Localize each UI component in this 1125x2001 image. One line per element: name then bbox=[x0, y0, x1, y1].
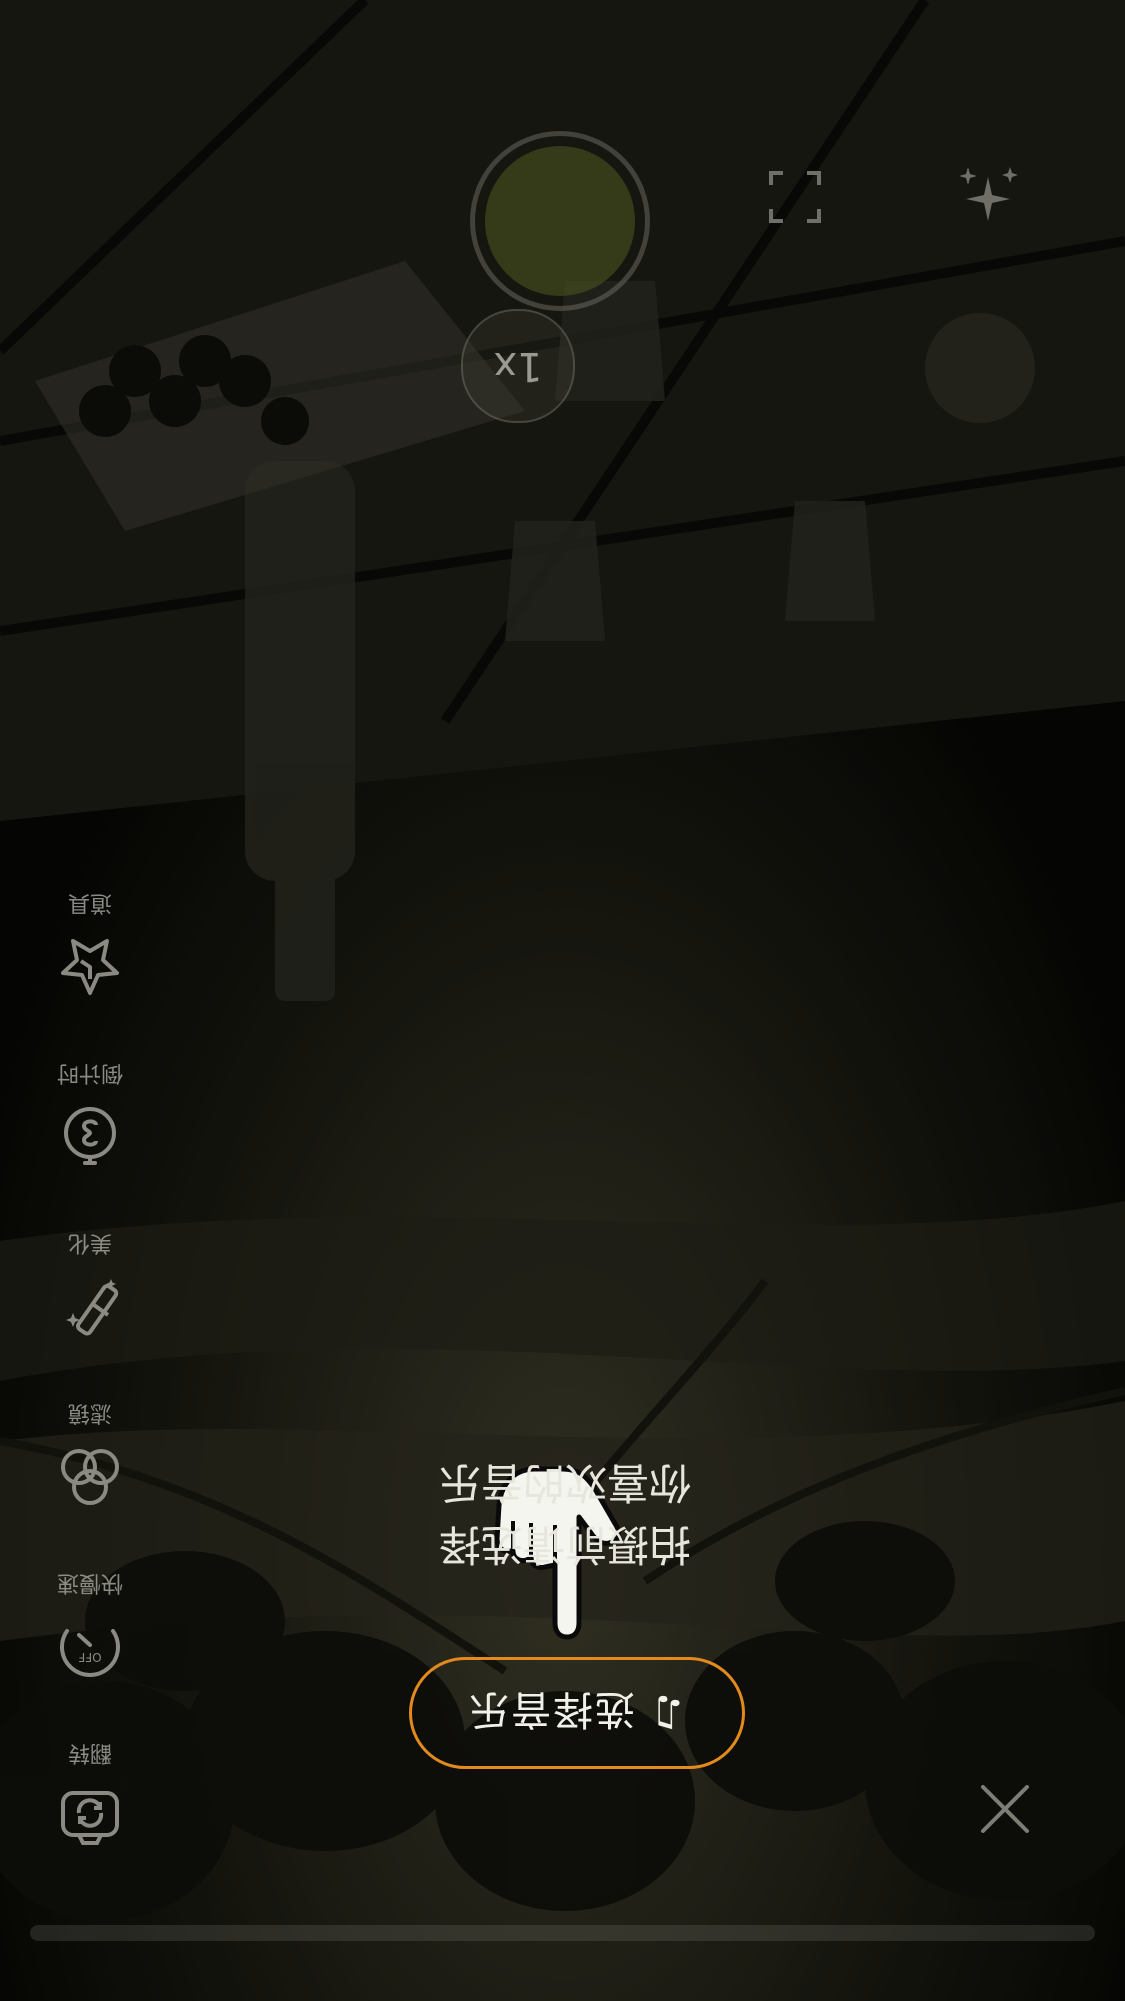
tool-beauty-label: 美化 bbox=[68, 1230, 113, 1255]
sparkle-icon[interactable] bbox=[956, 161, 1020, 225]
record-shutter-button[interactable] bbox=[470, 131, 650, 311]
camera-flip-icon bbox=[55, 1781, 125, 1851]
props-star-icon bbox=[55, 931, 125, 1001]
tool-flip-label: 翻转 bbox=[68, 1740, 113, 1765]
music-tip-text: 拍摄前请选择 你喜欢的音乐 bbox=[439, 1458, 692, 1569]
recording-progress-bar bbox=[30, 1925, 1095, 1941]
countdown-timer-icon bbox=[55, 1101, 125, 1171]
tool-countdown[interactable]: 倒计时 bbox=[30, 1059, 150, 1171]
tool-speed[interactable]: OFF 快慢速 bbox=[30, 1569, 150, 1681]
tool-props-label: 道具 bbox=[68, 890, 113, 915]
tool-filter-label: 滤镜 bbox=[68, 1400, 113, 1425]
music-note-icon: ♫ bbox=[649, 1690, 687, 1736]
tool-beauty[interactable]: 美化 bbox=[30, 1229, 150, 1341]
tool-filter[interactable]: 滤镜 bbox=[30, 1399, 150, 1511]
close-button[interactable] bbox=[975, 1779, 1035, 1839]
tool-speed-label: 快慢速 bbox=[57, 1570, 124, 1595]
tool-props[interactable]: 道具 bbox=[30, 889, 150, 1001]
shutter-core bbox=[485, 146, 635, 296]
tool-countdown-label: 倒计时 bbox=[57, 1060, 124, 1085]
camera-screen: ♫ 选择音乐 拍摄前请选择 你喜欢的音乐 翻转 OFF 快慢速 滤镜 美化 倒计… bbox=[0, 0, 1125, 2001]
choose-music-label: 选择音乐 bbox=[467, 1686, 636, 1732]
speed-off-text: OFF bbox=[78, 1650, 101, 1664]
mode-button[interactable] bbox=[925, 313, 1035, 423]
choose-music-button[interactable]: ♫ 选择音乐 bbox=[409, 1657, 745, 1769]
speed-off-icon: OFF bbox=[55, 1611, 125, 1681]
tool-flip[interactable]: 翻转 bbox=[30, 1739, 150, 1851]
beauty-wand-icon bbox=[55, 1271, 125, 1341]
filter-icon bbox=[55, 1441, 125, 1511]
zoom-button[interactable]: 1x bbox=[461, 309, 575, 423]
close-icon bbox=[981, 1785, 1029, 1833]
scan-frame-icon[interactable] bbox=[765, 167, 825, 227]
